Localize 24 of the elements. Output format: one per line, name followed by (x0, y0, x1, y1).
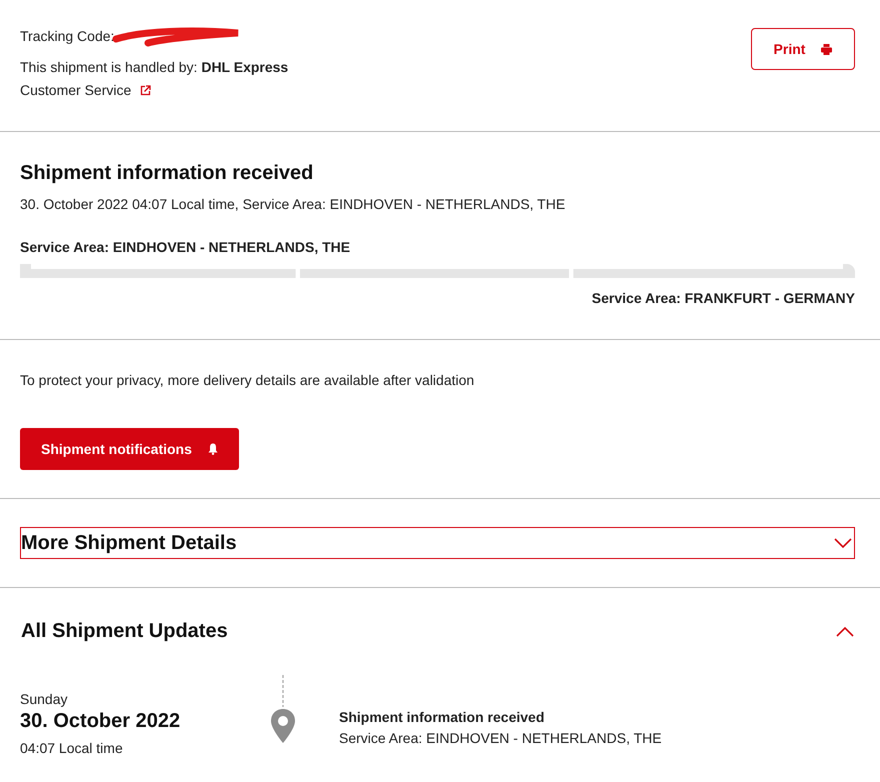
accordion-header[interactable]: More Shipment Details (20, 527, 855, 559)
update-event: Shipment information received (339, 708, 546, 727)
timeline-line (282, 675, 284, 707)
accordion-header[interactable]: All Shipment Updates (20, 615, 855, 647)
location-pin-icon (271, 709, 295, 743)
status-detail: 30. October 2022 04:07 Local time, Service Area: EINDHOVEN - NETHERLANDS, THE (20, 195, 566, 214)
tracking-label: Tracking Code: (20, 27, 114, 46)
printer-icon (821, 44, 832, 54)
destination-text: Service Area: FRANKFURT - GERMANY (590, 289, 855, 308)
update-location: Service Area: EINDHOVEN - NETHERLANDS, THE (339, 729, 662, 748)
privacy-text: To protect your privacy, more delivery details are available after validation (20, 371, 476, 390)
update-time: 04:07 Local time (20, 739, 124, 758)
customer-service-link[interactable]: Customer Service (20, 80, 132, 101)
status-title: Shipment information received (20, 161, 314, 186)
external-link-icon[interactable] (140, 85, 152, 96)
chevron-icon (836, 626, 854, 636)
bell-icon (208, 443, 218, 455)
weekday: Sunday (20, 690, 68, 709)
print-button[interactable]: Print (751, 28, 855, 70)
notifications-button[interactable]: Shipment notifications (20, 428, 239, 470)
handled-by-text: This shipment is handled by: DHL Express (20, 58, 288, 77)
update-date: 30. October 2022 (20, 710, 182, 732)
chevron-icon (834, 538, 852, 548)
origin-text: Service Area: EINDHOVEN - NETHERLANDS, THE (20, 238, 352, 257)
